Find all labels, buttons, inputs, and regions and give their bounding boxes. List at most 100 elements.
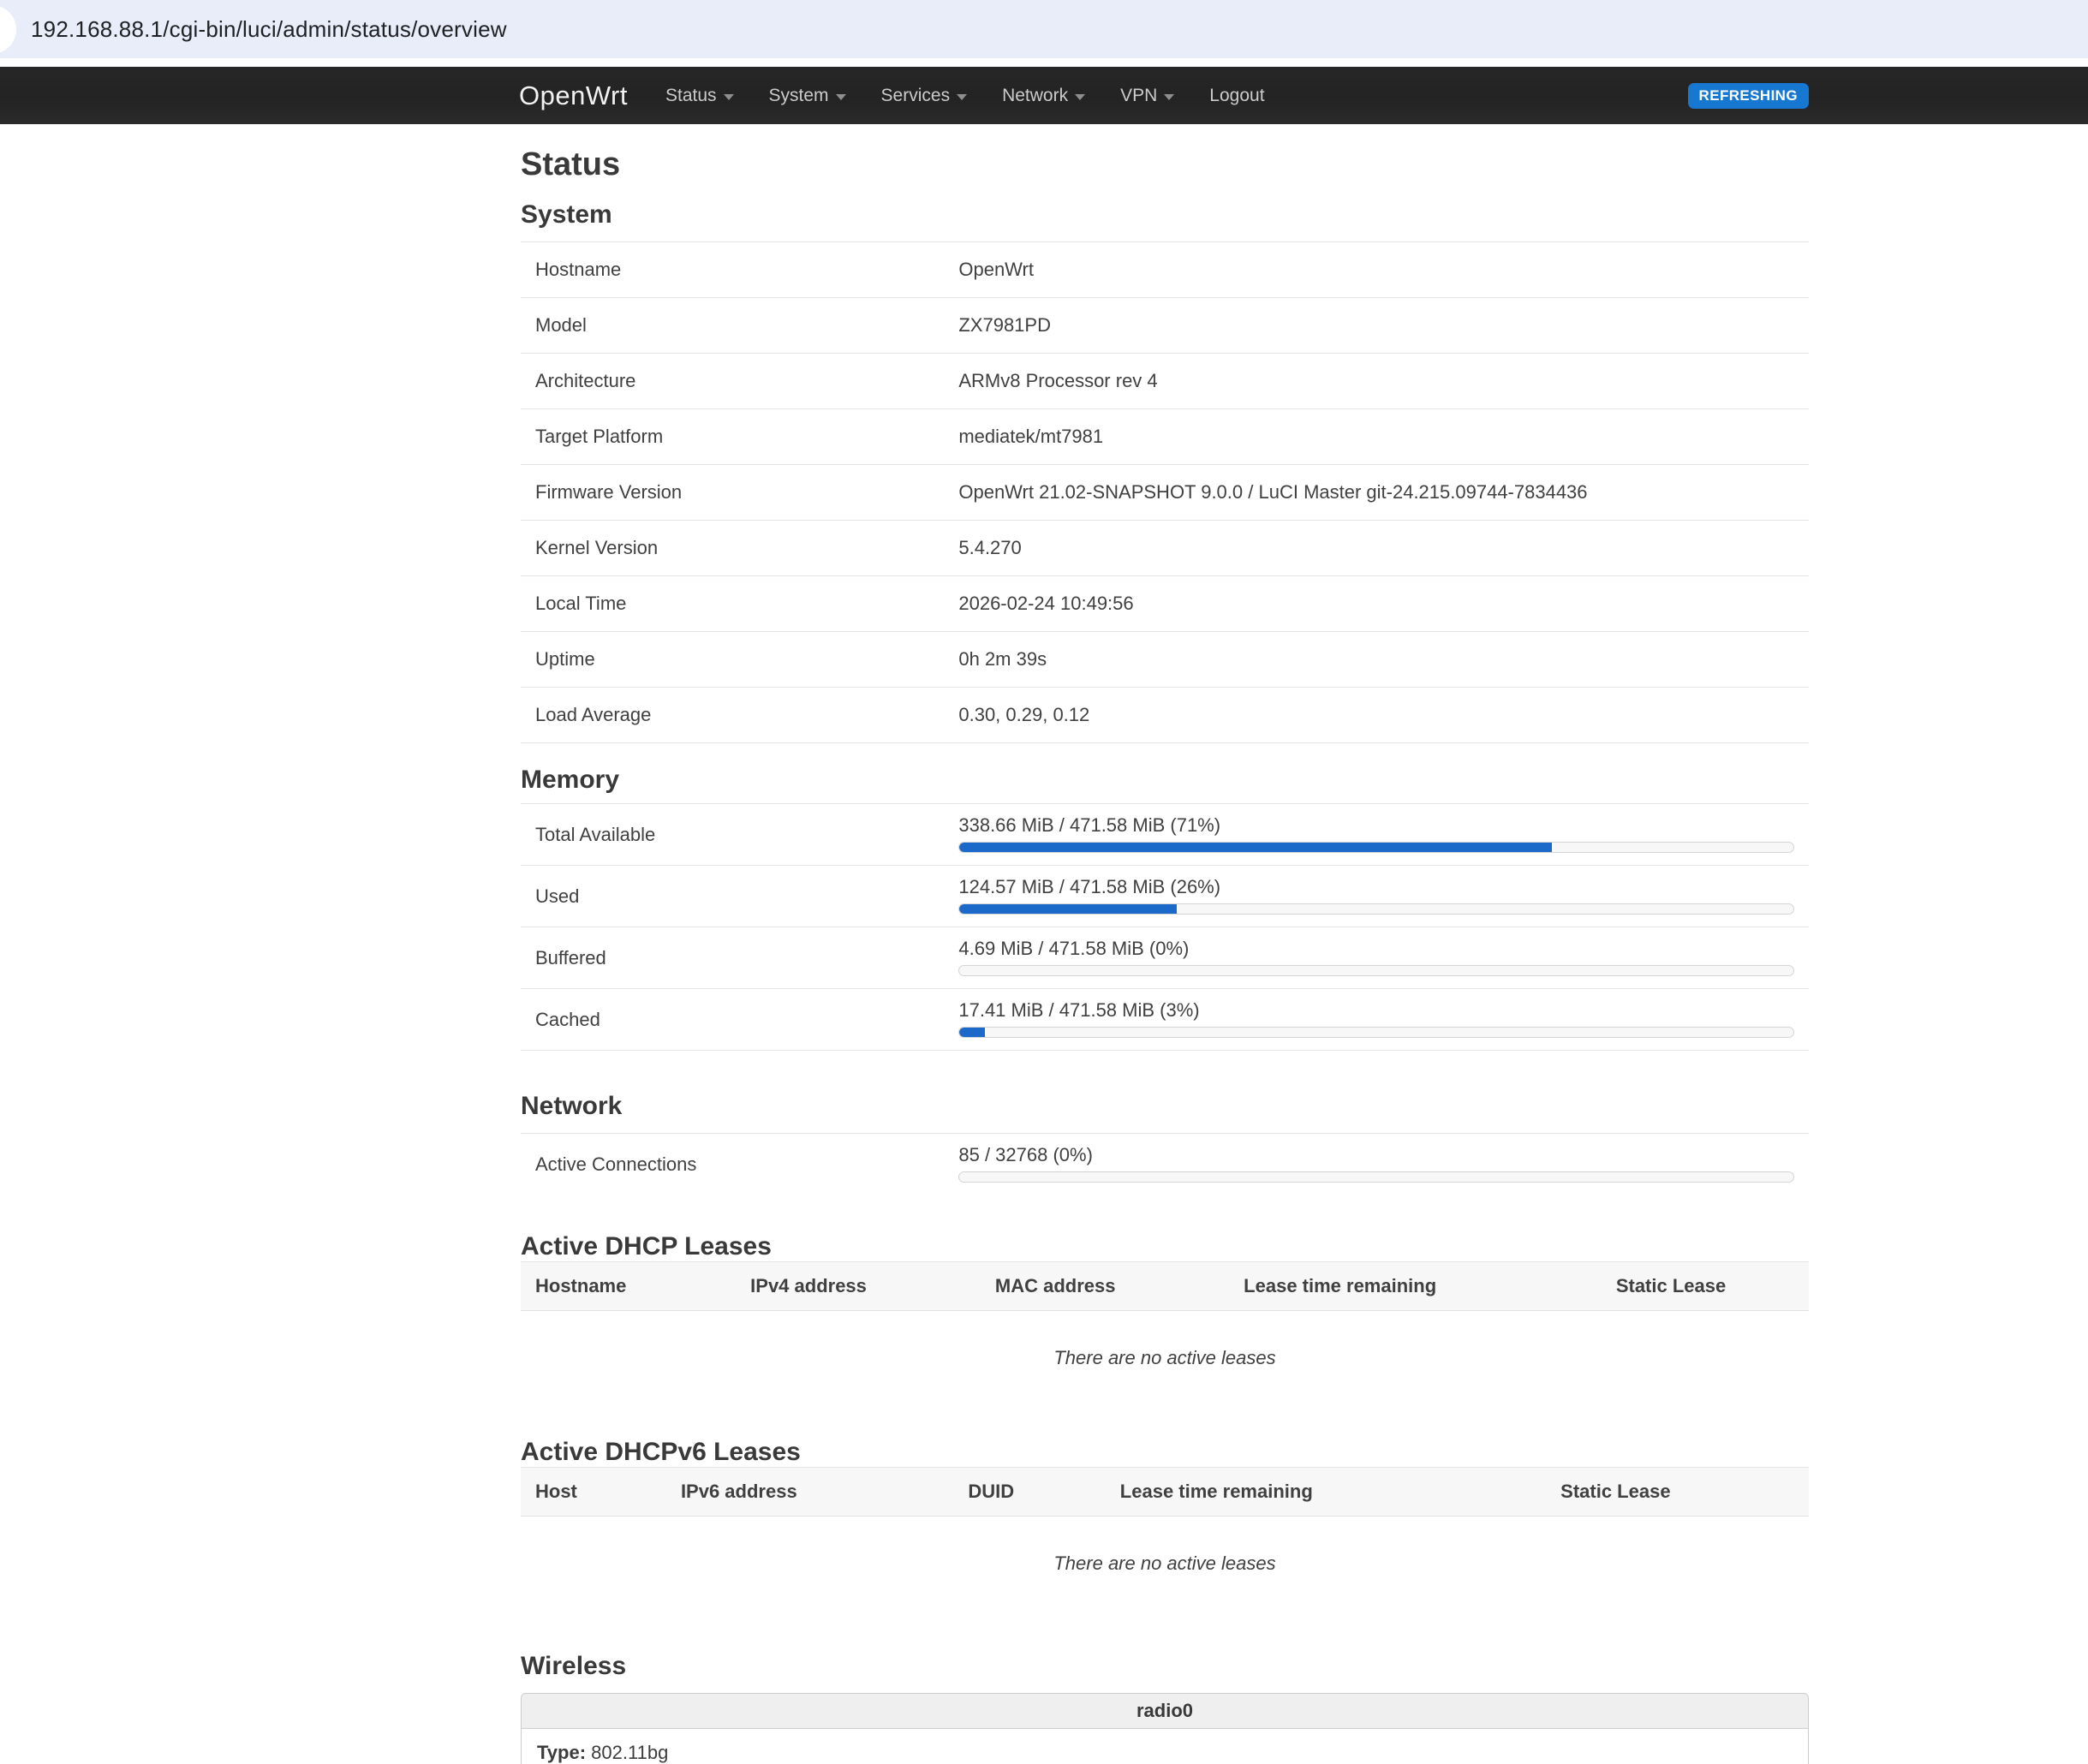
row-label: Total Available bbox=[521, 804, 958, 866]
radio0-panel: radio0 Type: 802.11bg Channel: - bbox=[521, 1693, 1809, 1764]
section-heading-network: Network bbox=[521, 1092, 1809, 1121]
row-value: ZX7981PD bbox=[958, 298, 1809, 354]
progress-bar-fill bbox=[959, 843, 1551, 852]
table-row: HostnameOpenWrt bbox=[521, 242, 1809, 298]
url-text: 192.168.88.1/cgi-bin/luci/admin/status/o… bbox=[31, 16, 507, 43]
section-heading-system: System bbox=[521, 200, 1809, 229]
nav-item-label: Logout bbox=[1209, 86, 1264, 106]
field-value: 802.11bg bbox=[591, 1742, 668, 1763]
column-header: Hostname bbox=[521, 1262, 736, 1311]
row-value: 0.30, 0.29, 0.12 bbox=[958, 688, 1809, 743]
section-heading-dhcp-leases: Active DHCP Leases bbox=[521, 1232, 1809, 1261]
memory-usage-text: 124.57 MiB / 471.58 MiB (26%) bbox=[958, 876, 1794, 898]
memory-usage-text: 4.69 MiB / 471.58 MiB (0%) bbox=[958, 938, 1794, 960]
memory-table: Total Available 338.66 MiB / 471.58 MiB … bbox=[521, 803, 1809, 1051]
column-header: DUID bbox=[953, 1468, 1105, 1517]
table-row: Firmware VersionOpenWrt 21.02-SNAPSHOT 9… bbox=[521, 465, 1809, 521]
nav-item-label: Network bbox=[1002, 86, 1068, 106]
row-label: Used bbox=[521, 866, 958, 927]
row-value: ARMv8 Processor rev 4 bbox=[958, 354, 1809, 409]
table-row: Load Average0.30, 0.29, 0.12 bbox=[521, 688, 1809, 743]
row-label: Active Connections bbox=[521, 1134, 958, 1195]
section-heading-memory: Memory bbox=[521, 766, 1809, 795]
field-label: Type: bbox=[537, 1742, 586, 1763]
nav-item-system[interactable]: System bbox=[769, 86, 846, 106]
table-row: Active Connections 85 / 32768 (0%) bbox=[521, 1134, 1809, 1195]
nav-item-logout[interactable]: Logout bbox=[1209, 86, 1264, 106]
table-row: Used 124.57 MiB / 471.58 MiB (26%) bbox=[521, 866, 1809, 927]
row-value: 5.4.270 bbox=[958, 521, 1809, 576]
table-header-row: Hostname IPv4 address MAC address Lease … bbox=[521, 1262, 1809, 1311]
empty-message: There are no active leases bbox=[521, 1311, 1809, 1399]
column-header: MAC address bbox=[981, 1262, 1229, 1311]
dhcp-leases-table: Hostname IPv4 address MAC address Lease … bbox=[521, 1261, 1809, 1398]
table-header-row: Host IPv6 address DUID Lease time remain… bbox=[521, 1468, 1809, 1517]
column-header: Lease time remaining bbox=[1106, 1468, 1546, 1517]
chevron-down-icon bbox=[836, 94, 846, 100]
page-title: Status bbox=[521, 146, 1809, 183]
nav-item-network[interactable]: Network bbox=[1002, 86, 1085, 106]
row-label: Target Platform bbox=[521, 409, 958, 465]
radio-field-type: Type: 802.11bg bbox=[537, 1740, 1793, 1764]
row-label: Model bbox=[521, 298, 958, 354]
dhcpv6-leases-table: Host IPv6 address DUID Lease time remain… bbox=[521, 1467, 1809, 1604]
column-header: Static Lease bbox=[1546, 1468, 1809, 1517]
row-value: 2026-02-24 10:49:56 bbox=[958, 576, 1809, 632]
row-label: Hostname bbox=[521, 242, 958, 298]
row-value: OpenWrt 21.02-SNAPSHOT 9.0.0 / LuCI Mast… bbox=[958, 465, 1809, 521]
chevron-down-icon bbox=[1075, 94, 1085, 100]
progress-bar bbox=[958, 903, 1794, 915]
browser-button-circle bbox=[0, 5, 16, 54]
memory-usage-text: 338.66 MiB / 471.58 MiB (71%) bbox=[958, 814, 1794, 837]
chevron-down-icon bbox=[724, 94, 734, 100]
progress-bar bbox=[958, 842, 1794, 853]
radio0-panel-title: radio0 bbox=[522, 1694, 1808, 1729]
memory-usage-text: 17.41 MiB / 471.58 MiB (3%) bbox=[958, 999, 1794, 1022]
navbar-inner: OpenWrt Status System Services Network V… bbox=[519, 80, 1809, 111]
page-content: Status System HostnameOpenWrt ModelZX798… bbox=[521, 146, 1809, 1764]
table-row: Total Available 338.66 MiB / 471.58 MiB … bbox=[521, 804, 1809, 866]
row-label: Local Time bbox=[521, 576, 958, 632]
empty-state-row: There are no active leases bbox=[521, 1311, 1809, 1399]
openwrt-logo[interactable]: OpenWrt bbox=[519, 80, 628, 111]
table-row: Local Time2026-02-24 10:49:56 bbox=[521, 576, 1809, 632]
column-header: IPv6 address bbox=[666, 1468, 953, 1517]
progress-bar bbox=[958, 1027, 1794, 1038]
nav-item-vpn[interactable]: VPN bbox=[1120, 86, 1174, 106]
nav-item-label: Status bbox=[665, 86, 717, 106]
nav-item-status[interactable]: Status bbox=[665, 86, 734, 106]
table-row: Target Platformmediatek/mt7981 bbox=[521, 409, 1809, 465]
divider bbox=[0, 58, 2088, 67]
table-row: ModelZX7981PD bbox=[521, 298, 1809, 354]
row-value: OpenWrt bbox=[958, 242, 1809, 298]
row-label: Firmware Version bbox=[521, 465, 958, 521]
progress-bar bbox=[958, 1171, 1794, 1183]
empty-state-row: There are no active leases bbox=[521, 1517, 1809, 1605]
progress-bar bbox=[958, 965, 1794, 976]
column-header: Static Lease bbox=[1602, 1262, 1809, 1311]
system-table: HostnameOpenWrt ModelZX7981PD Architectu… bbox=[521, 241, 1809, 743]
browser-address-bar[interactable]: 192.168.88.1/cgi-bin/luci/admin/status/o… bbox=[0, 0, 2088, 58]
empty-message: There are no active leases bbox=[521, 1517, 1809, 1605]
main-menu: Status System Services Network VPN Logou… bbox=[665, 86, 1300, 106]
refreshing-indicator[interactable]: REFRESHING bbox=[1688, 83, 1809, 109]
progress-bar-fill bbox=[959, 1028, 984, 1037]
navbar: OpenWrt Status System Services Network V… bbox=[0, 67, 2088, 124]
row-label: Uptime bbox=[521, 632, 958, 688]
radio0-panel-body: Type: 802.11bg Channel: - bbox=[522, 1729, 1808, 1764]
nav-item-services[interactable]: Services bbox=[881, 86, 968, 106]
row-label: Cached bbox=[521, 989, 958, 1051]
section-heading-wireless: Wireless bbox=[521, 1652, 1809, 1681]
table-row: Cached 17.41 MiB / 471.58 MiB (3%) bbox=[521, 989, 1809, 1051]
column-header: IPv4 address bbox=[736, 1262, 981, 1311]
row-value: mediatek/mt7981 bbox=[958, 409, 1809, 465]
row-label: Architecture bbox=[521, 354, 958, 409]
column-header: Lease time remaining bbox=[1229, 1262, 1602, 1311]
chevron-down-icon bbox=[957, 94, 967, 100]
row-label: Kernel Version bbox=[521, 521, 958, 576]
row-label: Buffered bbox=[521, 927, 958, 989]
row-value: 0h 2m 39s bbox=[958, 632, 1809, 688]
column-header: Host bbox=[521, 1468, 666, 1517]
nav-item-label: Services bbox=[881, 86, 951, 106]
row-label: Load Average bbox=[521, 688, 958, 743]
